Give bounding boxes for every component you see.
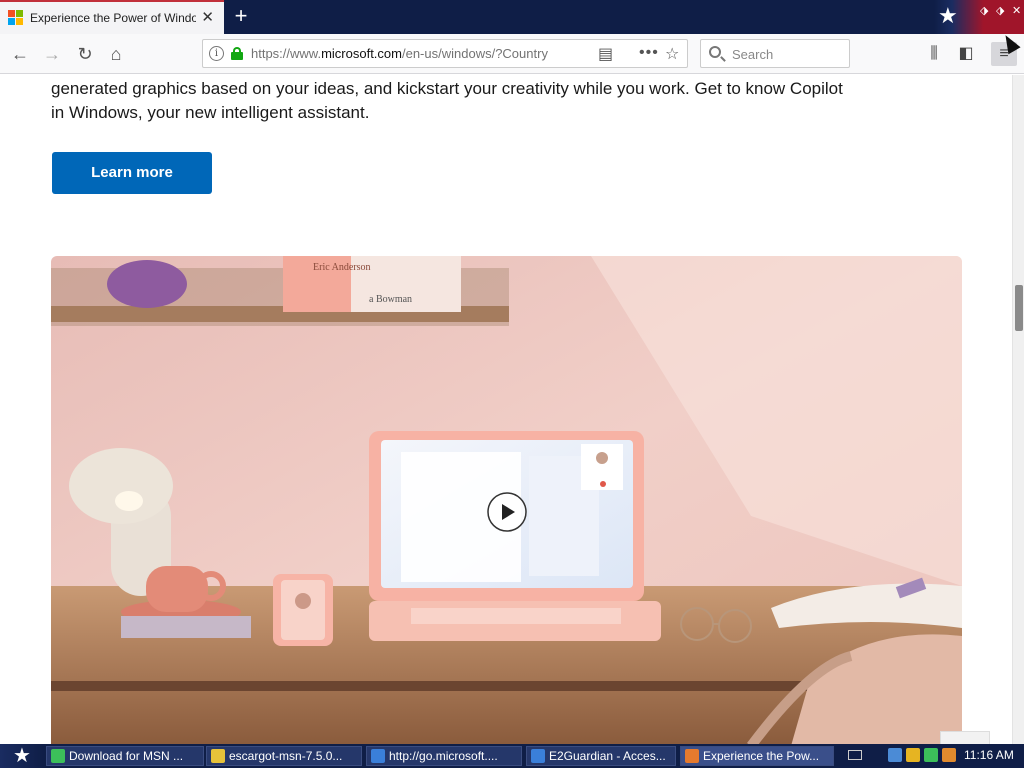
home-icon[interactable]: ⌂ bbox=[104, 42, 128, 66]
clock[interactable]: 11:16 AM bbox=[964, 748, 1014, 762]
library-icon[interactable]: ⫼ bbox=[921, 42, 947, 66]
back-arrow-icon[interactable]: ← bbox=[8, 42, 32, 66]
hero-image[interactable]: Eric Anderson a Bowman bbox=[51, 256, 962, 744]
search-box[interactable]: Search bbox=[700, 39, 850, 68]
security-icon[interactable] bbox=[924, 748, 938, 762]
desk-scene-illustration: Eric Anderson a Bowman bbox=[51, 256, 962, 744]
tab-strip: Experience the Power of Windows ✕ + ★ ⬗ … bbox=[0, 0, 1024, 34]
star-icon: ★ bbox=[938, 3, 958, 28]
keyboard-icon[interactable] bbox=[848, 750, 862, 760]
internet-explorer-icon bbox=[371, 749, 385, 763]
reload-icon[interactable]: ↻ bbox=[73, 42, 97, 66]
search-icon bbox=[709, 46, 721, 58]
screen: Experience the Power of Windows ✕ + ★ ⬗ … bbox=[0, 0, 1024, 768]
sidebar-icon[interactable]: ◧ bbox=[953, 42, 979, 66]
close-tab-icon[interactable]: ✕ bbox=[201, 10, 214, 26]
taskbar-item-e2guardian[interactable]: E2Guardian - Acces... bbox=[526, 746, 676, 766]
forward-arrow-icon[interactable]: → bbox=[40, 42, 64, 66]
taskbar-item-label: escargot-msn-7.5.0... bbox=[229, 749, 343, 763]
taskbar-item-experience-windows[interactable]: Experience the Pow... bbox=[680, 746, 834, 766]
page-content: generated graphics based on your ideas, … bbox=[0, 75, 1012, 744]
learn-more-button[interactable]: Learn more bbox=[52, 152, 212, 194]
book-text-1: Eric Anderson bbox=[313, 262, 371, 273]
page-actions-icon[interactable]: ••• bbox=[639, 44, 659, 62]
browser-tab[interactable]: Experience the Power of Windows ✕ bbox=[0, 0, 224, 34]
start-star-icon[interactable]: ★ bbox=[0, 744, 44, 768]
close-window-icon[interactable]: ✕ bbox=[1012, 4, 1021, 17]
msn-icon bbox=[51, 749, 65, 763]
taskbar-item-label: Experience the Pow... bbox=[703, 749, 820, 763]
internet-explorer-icon bbox=[531, 749, 545, 763]
microsoft-logo-icon bbox=[8, 10, 24, 26]
scroll-to-top-button[interactable]: ↑ bbox=[940, 731, 990, 744]
url-text[interactable]: https://www.microsoft.com/en-us/windows/… bbox=[251, 46, 561, 61]
search-tray-icon[interactable] bbox=[942, 748, 956, 762]
taskbar-item-escargot[interactable]: escargot-msn-7.5.0... bbox=[206, 746, 362, 766]
site-info-icon[interactable]: i bbox=[209, 46, 224, 61]
book-text-2: a Bowman bbox=[369, 294, 412, 305]
network-icon[interactable] bbox=[888, 748, 902, 762]
vertical-scrollbar[interactable] bbox=[1012, 75, 1024, 744]
taskbar-item-label: http://go.microsoft.... bbox=[389, 749, 498, 763]
firefox-icon bbox=[685, 749, 699, 763]
flag-decoration: ★ ⬗ ⬗ ✕ bbox=[934, 0, 1024, 34]
scrollbar-thumb[interactable] bbox=[1015, 285, 1023, 331]
taskbar-item-msn-download[interactable]: Download for MSN ... bbox=[46, 746, 204, 766]
navigation-bar: ← → ↻ ⌂ i https://www.microsoft.com/en-u… bbox=[0, 34, 1024, 74]
taskbar-item-go-microsoft[interactable]: http://go.microsoft.... bbox=[366, 746, 522, 766]
new-tab-button[interactable]: + bbox=[230, 4, 252, 28]
search-placeholder: Search bbox=[732, 47, 774, 62]
reader-view-icon[interactable]: ▤ bbox=[598, 44, 613, 64]
address-bar[interactable]: i https://www.microsoft.com/en-us/window… bbox=[202, 39, 688, 68]
taskbar: ★ Download for MSN ... escargot-msn-7.5.… bbox=[0, 744, 1024, 768]
taskbar-item-label: Download for MSN ... bbox=[69, 749, 184, 763]
bookmark-star-icon[interactable]: ☆ bbox=[665, 44, 679, 64]
taskbar-item-label: E2Guardian - Acces... bbox=[549, 749, 666, 763]
maximize-window-icon[interactable]: ⬗ bbox=[996, 4, 1004, 17]
lock-icon[interactable] bbox=[231, 47, 243, 60]
copilot-paragraph: generated graphics based on your ideas, … bbox=[51, 79, 843, 122]
minimize-window-icon[interactable]: ⬗ bbox=[980, 4, 988, 17]
archive-icon bbox=[211, 749, 225, 763]
shield-icon[interactable] bbox=[906, 748, 920, 762]
tab-title: Experience the Power of Windows bbox=[30, 11, 196, 25]
